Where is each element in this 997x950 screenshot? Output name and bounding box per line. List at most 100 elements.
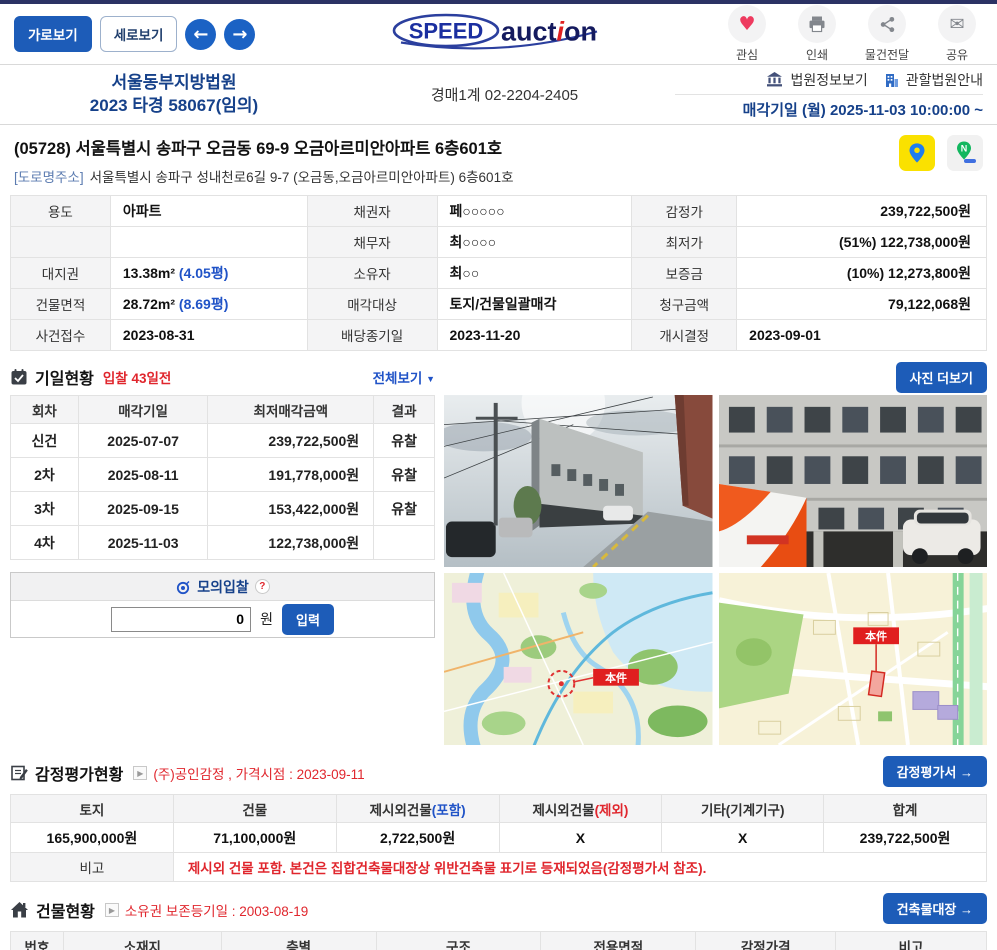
property-photo-facade[interactable]: [718, 395, 988, 567]
col-building: 건물: [172, 794, 337, 823]
schedule-title: 기일현황: [35, 371, 94, 388]
share-icon: [880, 16, 894, 32]
map-buttons: N: [899, 135, 983, 186]
appraisal-section: 감정평가현황 ▶ (주)공인감정 , 가격시점 : 2023-09-11 감정평…: [10, 756, 988, 882]
appraisal-values-row: 165,900,000원 71,100,000원 2,722,500원 X X …: [10, 822, 987, 853]
appraisal-header: 감정평가현황 ▶ (주)공인감정 , 가격시점 : 2023-09-11 감정평…: [10, 756, 987, 788]
case-bar-right: 법원정보보기 관할법원안내 매각기일 (월) 2025-11-03 10:00:…: [675, 65, 983, 124]
case-summary-table: 용도 아파트 채권자 페○○○○○ 감정가 239,722,500원 채무자 최…: [10, 195, 987, 351]
col-area: 전용면적: [540, 931, 697, 950]
send-item-label: 물건전달: [864, 48, 910, 62]
mock-bid-body: 원 입력: [11, 601, 434, 637]
bank-icon: [767, 72, 783, 87]
heart-icon: ♥: [738, 13, 756, 35]
photo-grid: 本件 本件: [444, 395, 987, 745]
schedule-row: 신건 2025-07-07 239,722,500원 유찰: [10, 423, 435, 458]
col-extra-excluded: 제시외건물(제외): [498, 794, 663, 823]
next-item-button[interactable]: →: [224, 18, 256, 50]
court-info-link[interactable]: 법원정보보기: [790, 70, 867, 90]
prev-item-button[interactable]: ←: [185, 18, 217, 50]
share-label: 공유: [945, 48, 969, 62]
map-pin-icon: [909, 143, 925, 163]
court-guide-link[interactable]: 관할법원안내: [906, 70, 983, 90]
share-button[interactable]: ✉ 공유: [931, 5, 983, 63]
favorite-button[interactable]: ♥ 관심: [721, 5, 773, 63]
sale-date-line: 매각기일 (월) 2025-11-03 10:00:00 ~: [675, 95, 983, 124]
envelope-icon: ✉: [949, 13, 965, 35]
middle-section: 기일현황 입찰 43일전 전체보기 ▼ 회차 매각기일 최저매각금액 결과 신건…: [10, 362, 987, 745]
road-address-line: [도로명주소] 서울특별시 송파구 성내천로6길 9-7 (오금동,오금아르미안아…: [14, 166, 514, 186]
property-address: (05728) 서울특별시 송파구 오금동 69-9 오금아르미안아파트 6층6…: [14, 140, 503, 158]
schedule-table: 회차 매각기일 최저매각금액 결과 신건 2025-07-07 239,722,…: [10, 395, 435, 560]
col-price: 감정가격: [695, 931, 837, 950]
schedule-header: 기일현황 입찰 43일전 전체보기 ▼: [10, 362, 435, 392]
col-round: 회차: [10, 395, 79, 424]
sale-date-value: (월) 2025-11-03 10:00:00 ~: [797, 102, 983, 119]
col-structure: 구조: [375, 931, 542, 950]
calendar-icon: [11, 369, 27, 385]
expand-icon[interactable]: ▶: [104, 903, 119, 917]
building-status-section: 건물현황 ▶ 소유권 보존등기일 : 2003-08-19 건축물대장 → 번호…: [10, 893, 987, 950]
appraisal-report-button[interactable]: 감정평가서 →: [882, 756, 987, 787]
debtor-value: 최○○○○: [436, 226, 633, 258]
more-photos-button[interactable]: 사진 더보기: [895, 362, 987, 393]
naver-pin-icon: N: [957, 141, 976, 163]
page-header: 가로보기 세로보기 ← → SPEED auction ♥ 관심 인쇄 물건전달…: [0, 4, 997, 65]
printer-icon: [809, 16, 825, 33]
case-number: 2023 타경 58067(임의): [89, 95, 259, 115]
start-value: 2023-09-01: [736, 319, 987, 351]
mock-bid-title: 모의입찰: [197, 578, 249, 595]
appraisal-label: 감정가: [631, 195, 738, 227]
claim-label: 청구금액: [631, 288, 738, 320]
court-building-icon: [885, 73, 898, 87]
min-price-value: (51%) 122,738,000원: [736, 226, 987, 258]
bid-countdown: 입찰 43일전: [102, 371, 172, 386]
building-area-label: 건물면적: [10, 288, 111, 320]
appraisal-note-row: 비고 제시외 건물 포함. 본건은 집합건축물대장상 위반건축물 표기로 등재되…: [10, 852, 988, 882]
house-icon: [11, 902, 28, 918]
expand-icon[interactable]: ▶: [133, 766, 148, 780]
building-table: 번호 소재지 층별 구조 전용면적 감정가격 비고 1 오금동 69-9 6층6…: [10, 931, 987, 950]
header-actions: ♥ 관심 인쇄 물건전달 ✉ 공유: [721, 5, 983, 63]
property-photo-street[interactable]: [444, 395, 713, 567]
kakao-map-button[interactable]: [899, 135, 935, 171]
deposit-label: 보증금: [631, 257, 738, 289]
help-icon[interactable]: ?: [254, 579, 270, 594]
land-value: 13.38m² (4.05평): [109, 257, 308, 289]
chevron-down-icon: ▼: [426, 374, 435, 384]
favorite-label: 관심: [735, 48, 759, 62]
send-item-button[interactable]: 물건전달: [861, 5, 913, 63]
debtor-label: 채무자: [306, 226, 438, 258]
print-button[interactable]: 인쇄: [791, 5, 843, 63]
creditor-value: 페○○○○○: [436, 195, 633, 227]
view-vertical-button[interactable]: 세로보기: [99, 16, 178, 52]
usage-label: 용도: [10, 195, 111, 227]
owner-value: 최○○: [436, 257, 633, 289]
note-label: 비고: [10, 852, 174, 882]
col-location: 소재지: [62, 931, 222, 950]
start-label: 개시결정: [631, 319, 738, 351]
view-all-dropdown[interactable]: 전체보기 ▼: [373, 367, 435, 387]
usage-value: 아파트: [109, 195, 308, 227]
logo-graphic: SPEED auction: [392, 13, 597, 50]
target-icon: [177, 580, 190, 594]
cadastral-map[interactable]: 本件: [718, 573, 988, 745]
map-annotation: 本件: [865, 629, 887, 643]
building-status-header: 건물현황 ▶ 소유권 보존등기일 : 2003-08-19 건축물대장 →: [10, 893, 987, 925]
mock-bid-submit-button[interactable]: 입력: [281, 603, 334, 635]
col-land: 토지: [10, 794, 174, 823]
col-floor: 층별: [220, 931, 377, 950]
building-ledger-button[interactable]: 건축물대장 →: [882, 893, 987, 924]
view-horizontal-button[interactable]: 가로보기: [14, 16, 92, 52]
col-date: 매각기일: [77, 395, 209, 424]
schedule-row: 4차 2025-11-03 122,738,000원: [10, 525, 435, 560]
logo-speed-text: SPEED: [408, 19, 483, 44]
area-map[interactable]: 本件: [444, 573, 713, 745]
appraisal-table: 토지 건물 제시외건물(포함) 제시외건물(제외) 기타(기계기구) 합계 16…: [10, 794, 988, 882]
mock-bid-box: 모의입찰 ? 원 입력: [10, 572, 435, 638]
svg-text:N: N: [961, 144, 968, 154]
mock-bid-input[interactable]: [111, 606, 252, 632]
speed-auction-logo[interactable]: SPEED auction: [391, 12, 607, 57]
building-status-title: 건물현황: [36, 904, 95, 921]
naver-map-button[interactable]: N: [947, 135, 983, 171]
